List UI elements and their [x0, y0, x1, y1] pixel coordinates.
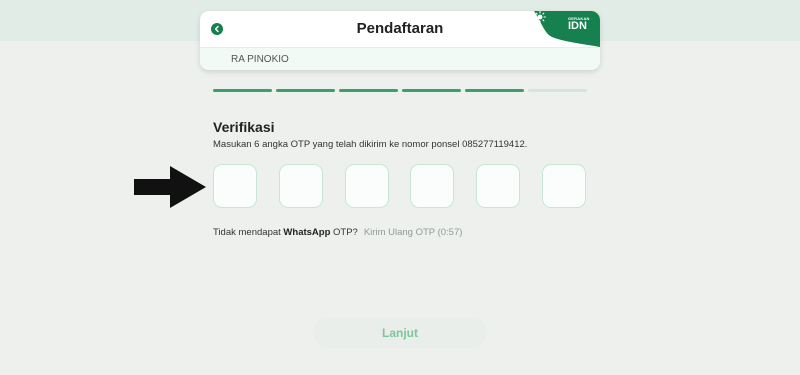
progress-step: [528, 89, 587, 92]
sun-icon: [534, 11, 546, 23]
otp-digit-input[interactable]: [476, 164, 520, 208]
resend-row: Tidak mendapat WhatsApp OTP? Kirim Ulang …: [213, 227, 462, 238]
progress-step: [402, 89, 461, 92]
school-name: RA PINOKIO: [231, 54, 289, 65]
resend-otp-link[interactable]: Kirim Ulang OTP (0:57): [364, 227, 463, 238]
progress-step: [213, 89, 272, 92]
brand-logo: GERAKAN IDN: [534, 11, 600, 47]
next-button[interactable]: Lanjut: [313, 318, 487, 348]
progress-step: [276, 89, 335, 92]
step-progress: [213, 89, 587, 92]
school-row: RA PINOKIO: [200, 47, 600, 70]
header-card: Pendaftaran GERAKAN IDN RA PINOKIO: [200, 11, 600, 70]
progress-step: [465, 89, 524, 92]
otp-digit-input[interactable]: [213, 164, 257, 208]
otp-instruction: Masukan 6 angka OTP yang telah dikirim k…: [213, 139, 528, 150]
resend-channel: WhatsApp: [283, 227, 331, 238]
section-title: Verifikasi: [213, 119, 275, 135]
brand-name: IDN: [568, 20, 587, 32]
otp-digit-input[interactable]: [542, 164, 586, 208]
otp-digit-input[interactable]: [345, 164, 389, 208]
otp-digit-input[interactable]: [279, 164, 323, 208]
resend-text-suffix: OTP?: [330, 227, 358, 238]
progress-step: [339, 89, 398, 92]
resend-text: Tidak mendapat: [213, 227, 284, 238]
arrow-right-icon: [134, 166, 206, 208]
card-header: Pendaftaran GERAKAN IDN: [200, 11, 600, 47]
otp-digit-input[interactable]: [410, 164, 454, 208]
